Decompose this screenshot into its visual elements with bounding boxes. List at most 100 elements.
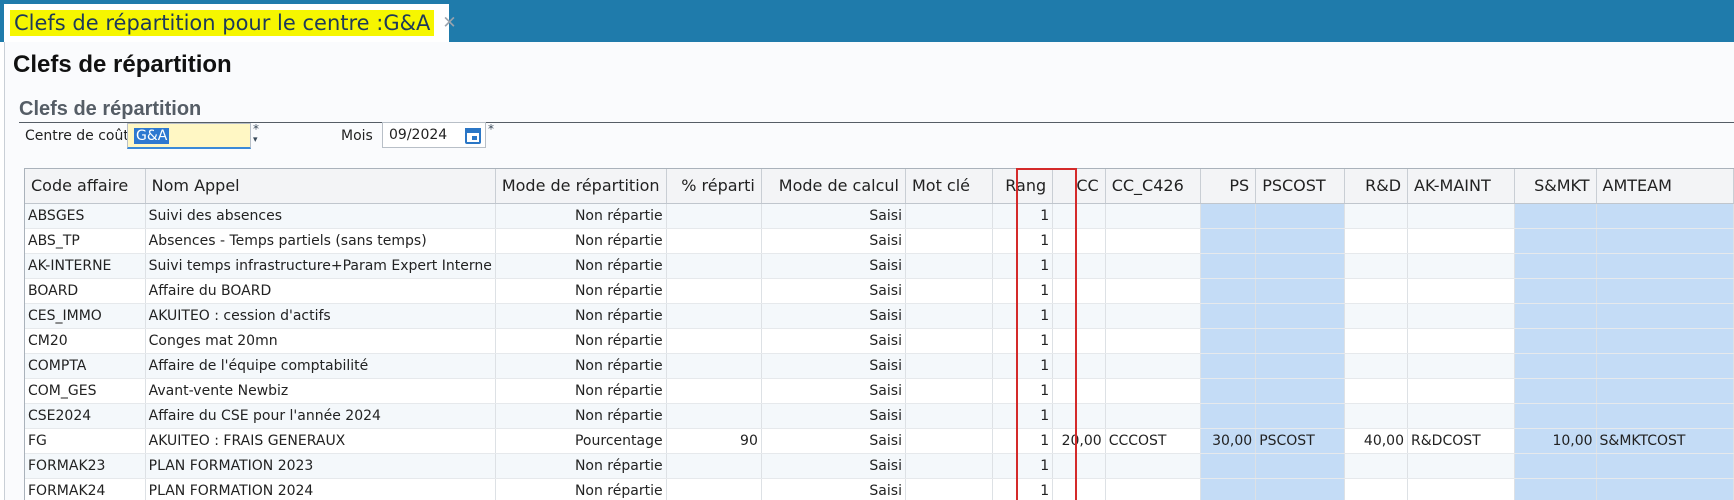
- table-cell[interactable]: [1407, 353, 1515, 379]
- table-cell[interactable]: [666, 303, 762, 329]
- table-cell[interactable]: [1200, 253, 1257, 279]
- table-cell[interactable]: [1514, 253, 1597, 279]
- close-icon[interactable]: ✕: [442, 13, 456, 33]
- table-cell[interactable]: 1: [992, 478, 1054, 500]
- centre-cout-input[interactable]: G&A: [127, 123, 251, 149]
- table-cell[interactable]: [1514, 278, 1597, 304]
- column-header[interactable]: Rang: [992, 169, 1054, 204]
- table-cell[interactable]: 40,00: [1344, 428, 1409, 454]
- table-cell[interactable]: [1052, 453, 1106, 479]
- table-cell[interactable]: Non répartie: [495, 328, 667, 354]
- table-cell[interactable]: [666, 403, 762, 429]
- table-cell[interactable]: [1596, 478, 1734, 500]
- table-cell[interactable]: [1344, 278, 1409, 304]
- table-cell[interactable]: [1200, 453, 1257, 479]
- table-cell[interactable]: [1105, 253, 1201, 279]
- column-header[interactable]: PSCOST: [1255, 169, 1346, 204]
- table-cell[interactable]: [905, 453, 993, 479]
- tab-clefs-repartition[interactable]: Clefs de répartition pour le centre :G&A…: [4, 4, 457, 42]
- table-cell[interactable]: 1: [992, 228, 1054, 254]
- table-cell[interactable]: BOARD: [25, 278, 146, 304]
- table-cell[interactable]: Non répartie: [495, 478, 667, 500]
- table-cell[interactable]: [1105, 453, 1201, 479]
- table-cell[interactable]: 30,00: [1200, 428, 1257, 454]
- table-cell[interactable]: [666, 278, 762, 304]
- table-cell[interactable]: [1052, 303, 1106, 329]
- table-cell[interactable]: [666, 378, 762, 404]
- table-cell[interactable]: [905, 203, 993, 229]
- table-cell[interactable]: [1052, 228, 1106, 254]
- table-cell[interactable]: S&MKTCOST: [1596, 428, 1734, 454]
- table-cell[interactable]: [1052, 328, 1106, 354]
- table-cell[interactable]: [1200, 403, 1257, 429]
- table-cell[interactable]: [905, 403, 993, 429]
- table-cell[interactable]: [1344, 228, 1409, 254]
- table-cell[interactable]: [1344, 478, 1409, 500]
- table-cell[interactable]: Saisi: [761, 353, 906, 379]
- table-cell[interactable]: PLAN FORMATION 2024: [145, 478, 496, 500]
- table-cell[interactable]: [1200, 328, 1257, 354]
- table-cell[interactable]: [1596, 353, 1734, 379]
- table-cell[interactable]: Non répartie: [495, 203, 667, 229]
- table-cell[interactable]: [1407, 228, 1515, 254]
- table-cell[interactable]: [666, 203, 762, 229]
- table-cell[interactable]: 1: [992, 303, 1054, 329]
- table-cell[interactable]: [1514, 403, 1597, 429]
- table-cell[interactable]: [1052, 203, 1106, 229]
- table-cell[interactable]: 1: [992, 428, 1054, 454]
- table-cell[interactable]: Conges mat 20mn: [145, 328, 496, 354]
- table-cell[interactable]: Saisi: [761, 278, 906, 304]
- table-cell[interactable]: [666, 453, 762, 479]
- table-cell[interactable]: [1407, 453, 1515, 479]
- table-cell[interactable]: [1052, 253, 1106, 279]
- table-cell[interactable]: [1344, 353, 1409, 379]
- table-row[interactable]: CM20 Conges mat 20mn Non répartie Saisi 1: [25, 328, 1734, 354]
- table-cell[interactable]: COM_GES: [25, 378, 146, 404]
- column-header[interactable]: CC: [1052, 169, 1106, 204]
- dropdown-indicator-icon[interactable]: ▾: [253, 135, 258, 145]
- table-row[interactable]: ABS_TP Absences - Temps partiels (sans te…: [25, 228, 1734, 254]
- table-cell[interactable]: CCCOST: [1105, 428, 1201, 454]
- table-cell[interactable]: Non répartie: [495, 303, 667, 329]
- table-cell[interactable]: [1200, 478, 1257, 500]
- table-cell[interactable]: Saisi: [761, 428, 906, 454]
- table-cell[interactable]: 1: [992, 203, 1054, 229]
- table-row[interactable]: ABSGES Suivi des absences Non répartie Sais…: [25, 203, 1734, 229]
- table-cell[interactable]: [1344, 328, 1409, 354]
- table-cell[interactable]: [1514, 203, 1597, 229]
- table-cell[interactable]: Non répartie: [495, 228, 667, 254]
- table-cell[interactable]: [1255, 228, 1346, 254]
- table-cell[interactable]: Saisi: [761, 478, 906, 500]
- table-cell[interactable]: [1105, 378, 1201, 404]
- table-cell[interactable]: [1255, 453, 1346, 479]
- table-cell[interactable]: [1407, 203, 1515, 229]
- table-cell[interactable]: Saisi: [761, 303, 906, 329]
- table-cell[interactable]: [1514, 453, 1597, 479]
- table-cell[interactable]: [1255, 278, 1346, 304]
- table-cell[interactable]: [1200, 228, 1257, 254]
- table-cell[interactable]: [1596, 328, 1734, 354]
- table-cell[interactable]: [1255, 403, 1346, 429]
- table-cell[interactable]: 1: [992, 453, 1054, 479]
- table-cell[interactable]: Non répartie: [495, 278, 667, 304]
- table-cell[interactable]: 10,00: [1514, 428, 1597, 454]
- table-cell[interactable]: [1596, 403, 1734, 429]
- table-cell[interactable]: [1407, 403, 1515, 429]
- table-cell[interactable]: [1344, 378, 1409, 404]
- table-cell[interactable]: [1200, 378, 1257, 404]
- table-cell[interactable]: [1200, 278, 1257, 304]
- table-cell[interactable]: [905, 378, 993, 404]
- table-cell[interactable]: [1255, 253, 1346, 279]
- column-header[interactable]: Mode de calcul: [761, 169, 906, 204]
- table-cell[interactable]: [1052, 378, 1106, 404]
- table-cell[interactable]: AKUITEO : FRAIS GENERAUX: [145, 428, 496, 454]
- table-cell[interactable]: Saisi: [761, 328, 906, 354]
- table-cell[interactable]: [666, 228, 762, 254]
- table-cell[interactable]: [1344, 303, 1409, 329]
- table-cell[interactable]: [1596, 253, 1734, 279]
- table-cell[interactable]: 1: [992, 328, 1054, 354]
- table-row[interactable]: BOARD Affaire du BOARD Non répartie Saisi 1: [25, 278, 1734, 304]
- table-cell[interactable]: [1514, 478, 1597, 500]
- column-header[interactable]: S&MKT: [1514, 169, 1597, 204]
- table-cell[interactable]: [1514, 353, 1597, 379]
